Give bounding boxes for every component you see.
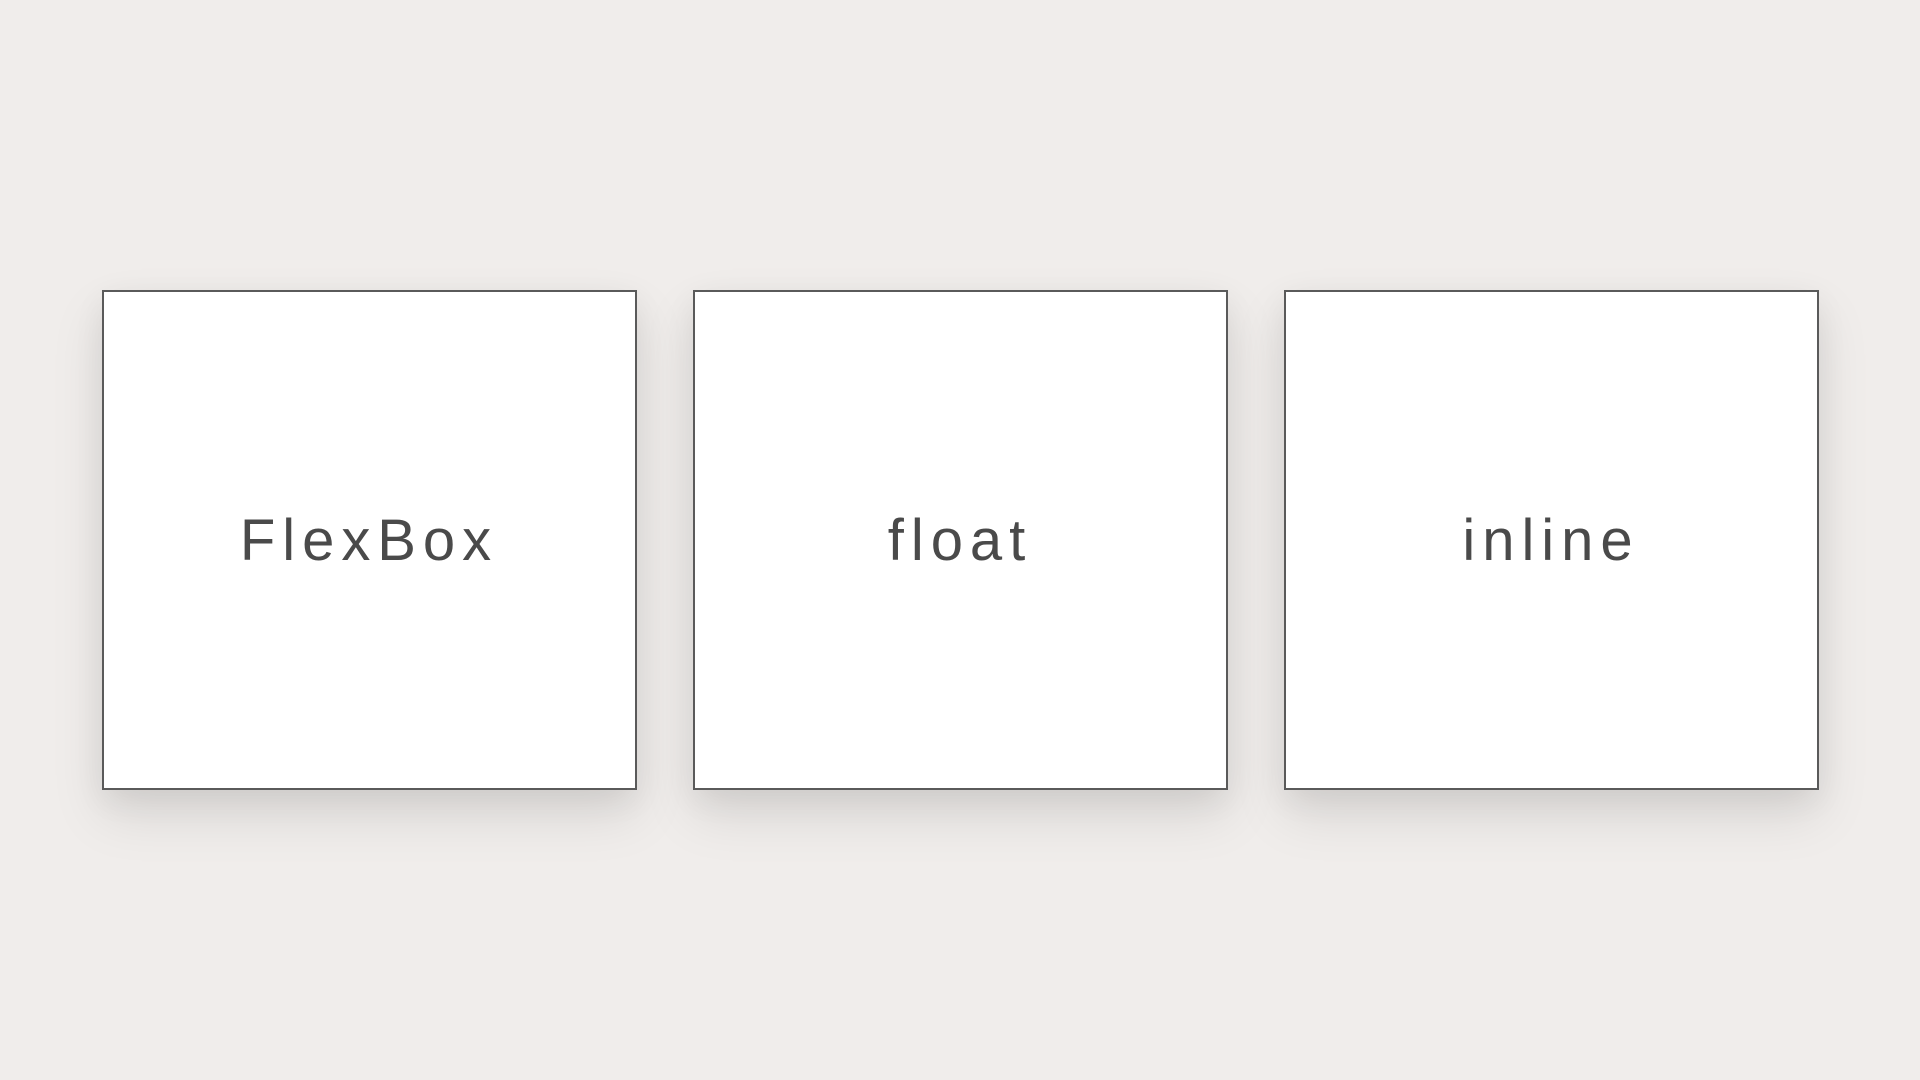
card-label: float: [888, 507, 1032, 574]
card-label: FlexBox: [240, 507, 498, 574]
card-float: float: [693, 290, 1228, 790]
card-flexbox: FlexBox: [102, 290, 637, 790]
card-label: inline: [1462, 507, 1639, 574]
card-container: FlexBox float inline: [102, 290, 1819, 790]
card-inline: inline: [1284, 290, 1819, 790]
